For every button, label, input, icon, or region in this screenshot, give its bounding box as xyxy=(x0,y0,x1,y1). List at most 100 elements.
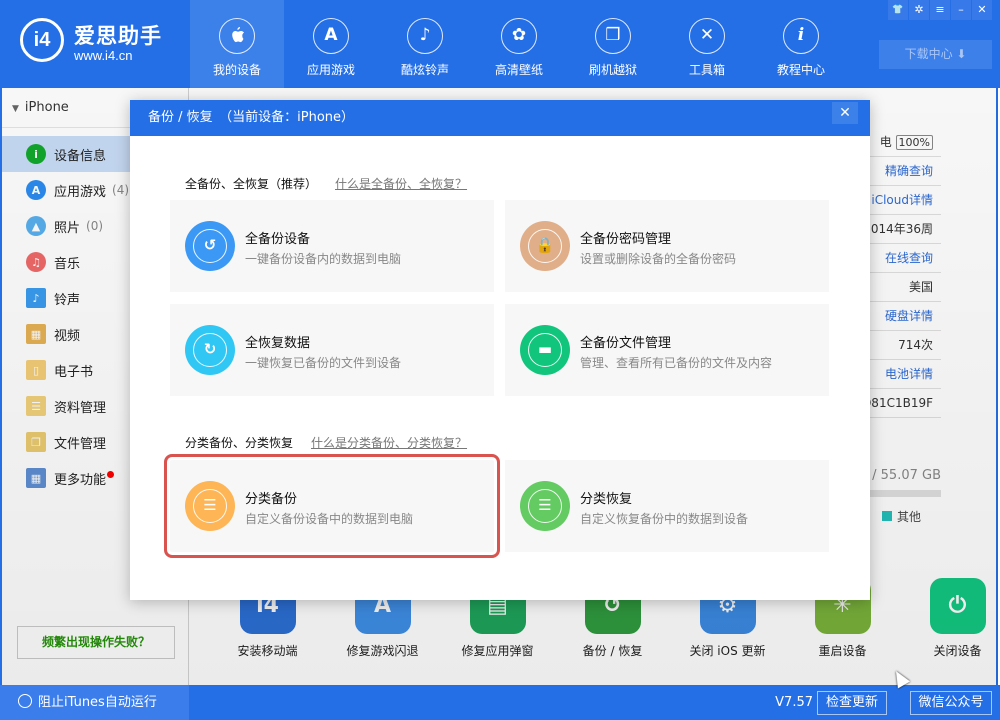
fail-help-button[interactable]: 频繁出现操作失败？ xyxy=(17,626,175,659)
close-button[interactable]: ✕ xyxy=(972,0,992,20)
dialog-title: 备份 / 恢复 （当前设备：iPhone） xyxy=(130,100,870,136)
menu-icon[interactable]: ≡ xyxy=(930,0,950,20)
card-description: 自定义备份设备中的数据到电脑 xyxy=(245,512,414,526)
tool-label: 修复游戏闪退 xyxy=(346,644,419,658)
tool-label: 安装移动端 xyxy=(237,644,298,658)
device-name: iPhone xyxy=(24,100,69,115)
nav-tutorials[interactable]: i 教程中心 xyxy=(754,0,848,88)
settings-icon[interactable]: ✲ xyxy=(909,0,929,20)
sidebar-item-label: 应用游戏 xyxy=(54,184,107,200)
sidebar-item-count: (0) xyxy=(86,219,104,233)
wechat-button[interactable]: 微信公众号 xyxy=(910,691,992,715)
bell-icon: ♪ xyxy=(26,288,46,308)
book-icon: ▯ xyxy=(26,360,46,380)
grid-icon: ▦ xyxy=(26,468,46,488)
card-title: 分类备份 xyxy=(245,492,298,507)
info-link[interactable]: 电池详情 xyxy=(861,360,941,389)
sidebar-item-label: 更多功能 xyxy=(54,472,107,488)
section-full-backup-title: 全备份、全恢复（推荐） 什么是全备份、全恢复？ xyxy=(185,177,468,191)
video-icon: ▦ xyxy=(26,324,46,344)
legend-swatch xyxy=(881,511,892,521)
category-backup-help-link[interactable]: 什么是分类备份、分类恢复？ xyxy=(311,436,467,450)
app-store-icon: A xyxy=(313,18,349,54)
app-name: 爱思助手 xyxy=(74,24,162,48)
top-header: i4 爱思助手 www.i4.cn 我的设备 A 应用游戏 ♪ 酷炫铃声 ✿ 高… xyxy=(0,0,1000,88)
full-restore-icon: ↻ xyxy=(185,325,235,375)
skin-icon[interactable]: 👕 xyxy=(888,0,908,20)
device-info-table: 电 100% 精确查询 iCloud详情 2014年36周 在线查询 美国 硬盘详情 714次… xyxy=(861,128,941,418)
power-icon: ⏻ xyxy=(929,578,986,634)
card-title: 分类恢复 xyxy=(580,492,633,507)
info-value: 美国 xyxy=(861,273,941,302)
option-card[interactable]: ↺ 全备份设备 一键备份设备内的数据到电脑 xyxy=(170,200,494,292)
category-restore-icon: ☰ xyxy=(520,481,570,531)
info-link[interactable]: iCloud详情 xyxy=(861,186,941,215)
tool-label: 关闭设备 xyxy=(933,644,982,658)
card-description: 设置或删除设备的全备份密码 xyxy=(580,252,737,266)
card-description: 一键备份设备内的数据到电脑 xyxy=(245,252,402,266)
sidebar-item-label: 视频 xyxy=(54,328,81,344)
app-logo: i4 爱思助手 www.i4.cn xyxy=(20,18,190,70)
status-bar: 阻止iTunes自动运行 V7.57 检查更新 微信公众号 xyxy=(0,685,1000,720)
nav-toolbox[interactable]: ✕ 工具箱 xyxy=(660,0,754,88)
nav-ringtones[interactable]: ♪ 酷炫铃声 xyxy=(378,0,472,88)
minimize-button[interactable]: – xyxy=(951,0,971,20)
file-icon: ❐ xyxy=(26,432,46,452)
tool-button[interactable]: ⏻ 关闭设备 xyxy=(900,578,1000,659)
i4-logo-icon: i4 xyxy=(20,18,64,62)
storage-capacity: B / 55.07 GB xyxy=(859,468,941,483)
full-backup-help-link[interactable]: 什么是全备份、全恢复？ xyxy=(335,177,467,191)
sidebar-item-count: (4) xyxy=(112,183,130,197)
full-backup-icon: ↺ xyxy=(185,221,235,271)
battery-level: 100% xyxy=(895,135,933,150)
folder-icon: ▬ xyxy=(520,325,570,375)
check-update-button[interactable]: 检查更新 xyxy=(817,691,887,715)
sidebar-item-label: 照片 xyxy=(54,220,81,236)
backup-restore-dialog: 备份 / 恢复 （当前设备：iPhone） ✕ 全备份、全恢复（推荐） 什么是全备… xyxy=(130,100,870,600)
main-nav: 我的设备 A 应用游戏 ♪ 酷炫铃声 ✿ 高清壁纸 ❒ 刷机越狱 ✕ 工具箱 i… xyxy=(190,0,848,88)
info-value: 714次 xyxy=(861,331,941,360)
nav-my-device[interactable]: 我的设备 xyxy=(190,0,284,88)
card-title: 全备份文件管理 xyxy=(580,336,672,351)
option-card[interactable]: ↻ 全恢复数据 一键恢复已备份的文件到设备 xyxy=(170,304,494,396)
info-link[interactable]: 硬盘详情 xyxy=(861,302,941,331)
nav-flash-jailbreak[interactable]: ❒ 刷机越狱 xyxy=(566,0,660,88)
card-title: 全恢复数据 xyxy=(245,336,311,351)
download-center-button[interactable]: 下载中心 ⬇ xyxy=(879,40,992,69)
apple-icon xyxy=(219,18,255,54)
sidebar-item-label: 文件管理 xyxy=(54,436,107,452)
photo-icon: ▲ xyxy=(26,216,46,236)
option-card[interactable]: 🔒 全备份密码管理 设置或删除设备的全备份密码 xyxy=(505,200,829,292)
flower-icon: ✿ xyxy=(501,18,537,54)
contacts-icon: ☰ xyxy=(26,396,46,416)
sidebar-item-label: 资料管理 xyxy=(54,400,107,416)
category-backup-icon: ☰ xyxy=(185,481,235,531)
app-url: www.i4.cn xyxy=(74,48,133,63)
block-itunes-toggle[interactable]: 阻止iTunes自动运行 xyxy=(0,685,189,720)
sidebar-item-label: 音乐 xyxy=(54,256,81,272)
info-icon: i xyxy=(783,18,819,54)
option-card[interactable]: ▬ 全备份文件管理 管理、查看所有已备份的文件及内容 xyxy=(505,304,829,396)
storage-legend: 其他 xyxy=(881,508,921,525)
dialog-close-button[interactable]: ✕ xyxy=(832,102,858,124)
app-store-icon: A xyxy=(26,180,46,200)
info-link[interactable]: 在线查询 xyxy=(861,244,941,273)
nav-wallpapers[interactable]: ✿ 高清壁纸 xyxy=(472,0,566,88)
card-title: 全备份密码管理 xyxy=(580,232,672,247)
sidebar-item-label: 铃声 xyxy=(54,292,81,308)
section-category-backup-title: 分类备份、分类恢复 什么是分类备份、分类恢复？ xyxy=(185,436,468,450)
info-value: D81C1B19F xyxy=(861,389,941,418)
tool-label: 重启设备 xyxy=(818,644,867,658)
notification-badge xyxy=(107,470,115,478)
storage-bar xyxy=(861,490,941,497)
music-icon: ♫ xyxy=(26,252,46,272)
nav-apps-games[interactable]: A 应用游戏 xyxy=(284,0,378,88)
option-card[interactable]: ☰ 分类恢复 自定义恢复备份中的数据到设备 xyxy=(505,460,829,552)
tools-icon: ✕ xyxy=(689,18,725,54)
info-link[interactable]: 精确查询 xyxy=(861,157,941,186)
sidebar-item-label: 设备信息 xyxy=(54,148,107,164)
tool-label: 修复应用弹窗 xyxy=(461,644,534,658)
chevron-down-icon: ▼ xyxy=(12,104,19,114)
version-label: V7.57 xyxy=(775,695,813,710)
option-card[interactable]: ☰ 分类备份自定义备份设备中的数据到电脑 xyxy=(164,454,500,558)
